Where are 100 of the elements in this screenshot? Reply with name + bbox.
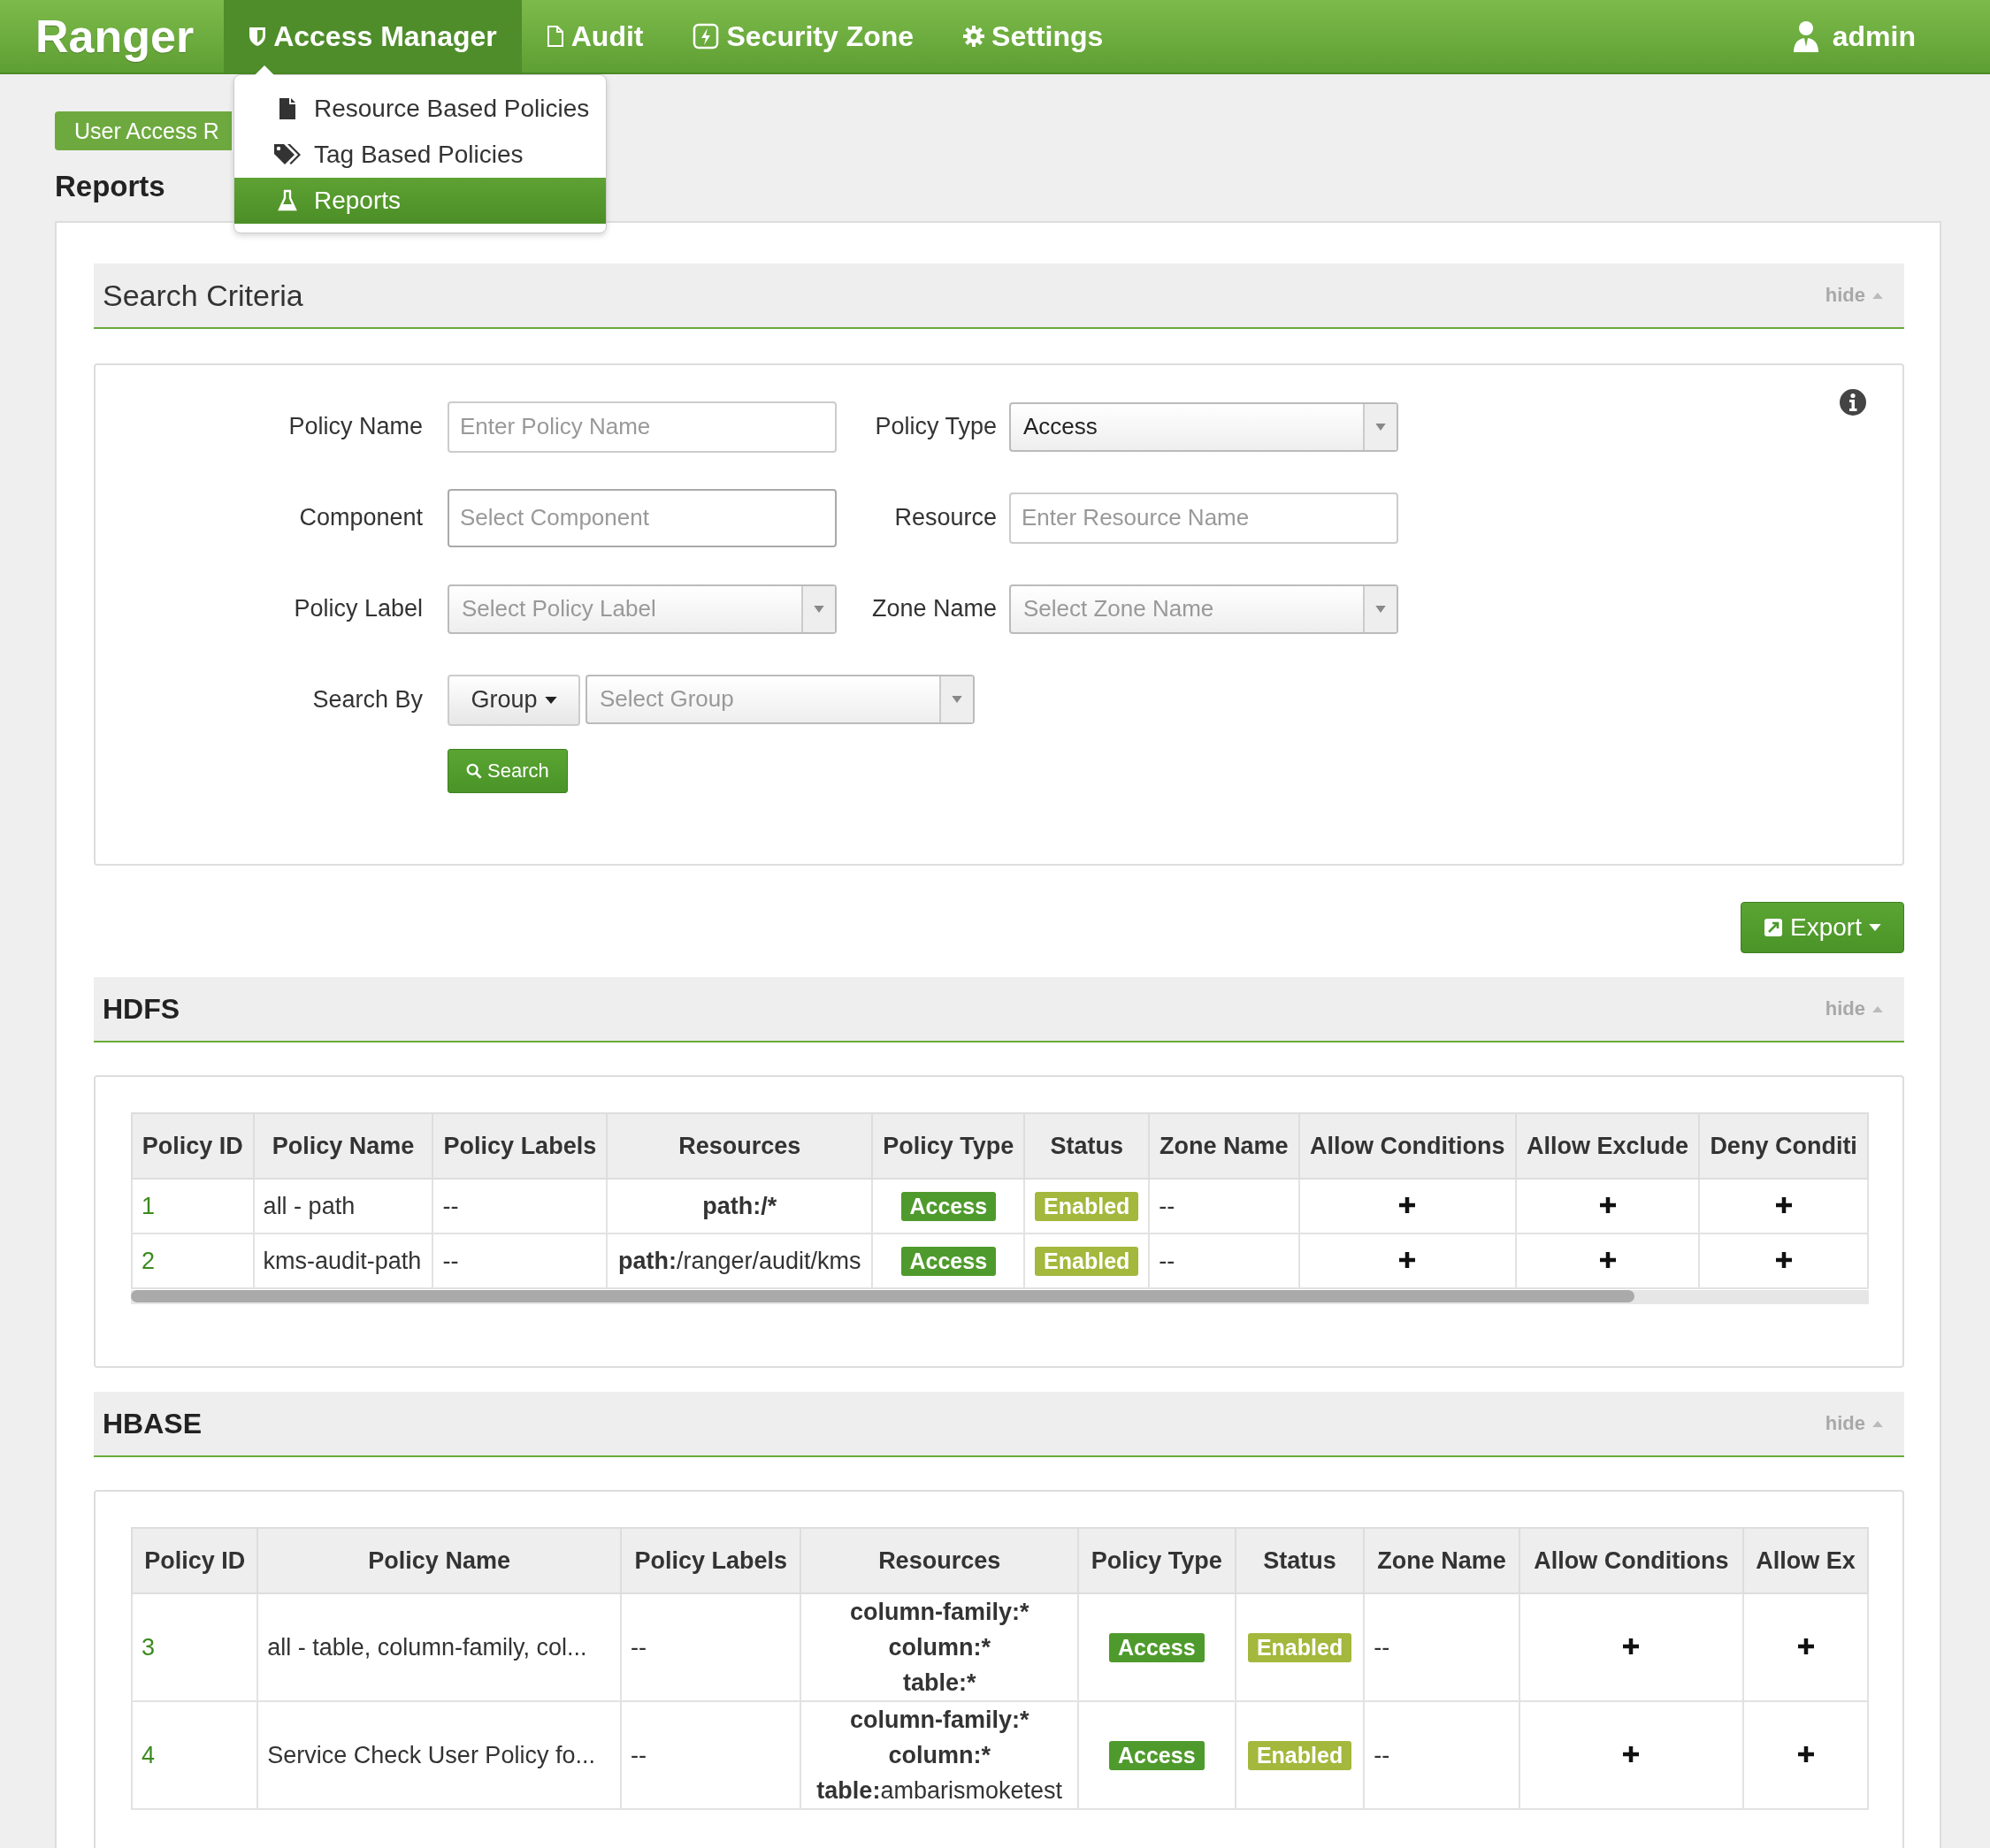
table-cell: -- [1364,1701,1519,1809]
shield-icon [249,26,267,47]
section-title: HBASE [103,1407,203,1440]
tags-icon [273,143,302,166]
column-header: Zone Name [1364,1528,1519,1593]
policy-id-link[interactable]: 1 [132,1179,254,1233]
hide-link[interactable]: hide [1825,1412,1865,1435]
plus-icon[interactable] [1598,1250,1617,1269]
menu-item[interactable]: Tag Based Policies [234,132,606,178]
section-title: HDFS [103,992,181,1026]
field-label: Resource [893,504,998,531]
caret-up-icon [1872,1420,1883,1427]
section-title: Search Criteria [103,278,304,313]
field-label: Zone Name [870,595,998,622]
settings-icon [963,26,985,47]
nav-tab[interactable]: Access Manager [224,0,522,73]
column-header: Policy Name [253,1113,433,1179]
text-field[interactable]: Enter Resource Name [1009,492,1398,544]
status-label: Enabled [1035,1246,1139,1276]
table-cell: all - path [253,1179,433,1233]
export-button[interactable]: Export [1741,902,1904,953]
bolt-icon [693,23,720,50]
report-button[interactable]: User Access R [55,111,232,150]
user-icon [1791,20,1820,52]
table-cell: -- [1364,1593,1519,1701]
text-field[interactable]: Select Component [448,488,837,547]
plus-icon[interactable] [1622,1745,1641,1763]
field-label: Search By [311,686,424,714]
caret-down-icon [1375,423,1386,431]
policy-id-link[interactable]: 3 [132,1593,258,1701]
export-icon [1764,918,1784,937]
plus-icon[interactable] [1796,1637,1815,1655]
plus-icon[interactable] [1598,1195,1617,1214]
column-header: Policy Labels [620,1528,801,1593]
plus-icon[interactable] [1622,1637,1641,1655]
plus-icon[interactable] [1774,1250,1793,1269]
table-cell: path:/* [607,1179,873,1233]
field-label: Component [298,504,424,531]
status-label: Access [1109,1740,1205,1770]
text-field[interactable]: Enter Policy Name [448,401,837,453]
status-label: Enabled [1035,1191,1139,1221]
user-menu[interactable]: admin [1791,19,1916,53]
caret-down-icon [1375,605,1386,613]
caret-up-icon [1872,292,1883,299]
caret-up-icon [1872,1005,1883,1012]
table-cell: Service Check User Policy fo... [257,1701,621,1809]
column-header: Allow Exclude [1515,1113,1700,1179]
table-cell: kms-audit-path [253,1233,433,1288]
column-header: Policy ID [132,1113,254,1179]
policy-id-link[interactable]: 2 [132,1233,254,1288]
nav-tab[interactable]: Security Zone [668,0,939,73]
menu-item[interactable]: Resource Based Policies [234,86,606,132]
status-label: Access [900,1246,997,1276]
horizontal-scrollbar[interactable] [131,1290,1869,1304]
field-label: Policy Type [874,413,998,440]
column-header: Allow Conditions [1298,1113,1516,1179]
file-icon [546,25,564,48]
caret-down-icon [544,696,557,704]
policy-id-link[interactable]: 4 [132,1701,258,1809]
nav-tab[interactable]: Settings [938,0,1129,73]
search-button[interactable]: Search [448,749,568,793]
column-header: Resources [800,1528,1078,1593]
table-cell: path:/ranger/audit/kms [607,1233,873,1288]
select-field[interactable]: Select Group [586,674,975,724]
table-cell: all - table, column-family, col... [257,1593,621,1701]
table-cell: -- [432,1233,608,1288]
column-header: Policy Type [872,1113,1025,1179]
plus-icon[interactable] [1398,1250,1417,1269]
table-cell: -- [1149,1179,1299,1233]
plus-icon[interactable] [1398,1195,1417,1214]
select-field[interactable]: Select Zone Name [1009,584,1398,634]
column-header: Policy ID [132,1528,258,1593]
info-icon[interactable] [1839,388,1867,416]
column-header: Resources [607,1113,873,1179]
nav-tab[interactable]: Audit [521,0,669,73]
column-header: Allow Conditions [1519,1528,1744,1593]
plus-icon[interactable] [1796,1745,1815,1763]
status-label: Access [900,1191,997,1221]
select-field[interactable]: Select Policy Label [448,584,837,634]
column-header: Status [1235,1528,1365,1593]
group-dropdown-button[interactable]: Group [448,674,580,726]
select-field[interactable]: Access [1009,401,1398,452]
column-header: Policy Labels [432,1113,608,1179]
caret-down-icon [952,695,962,703]
plus-icon[interactable] [1774,1195,1793,1214]
hide-link[interactable]: hide [1825,997,1865,1020]
table-cell: -- [620,1701,801,1809]
field-label: Policy Label [293,595,424,622]
column-header: Policy Name [257,1528,621,1593]
caret-down-icon [814,605,824,613]
field-label: Policy Name [287,413,424,440]
column-header: Deny Conditi [1699,1113,1868,1179]
brand-logo[interactable]: Ranger [0,10,225,63]
column-header: Allow Ex [1743,1528,1868,1593]
menu-item[interactable]: Reports [234,178,606,224]
status-label: Enabled [1247,1740,1352,1770]
status-label: Access [1109,1632,1205,1662]
table-cell: -- [432,1179,608,1233]
search-icon [466,763,482,779]
hide-link[interactable]: hide [1825,284,1865,307]
